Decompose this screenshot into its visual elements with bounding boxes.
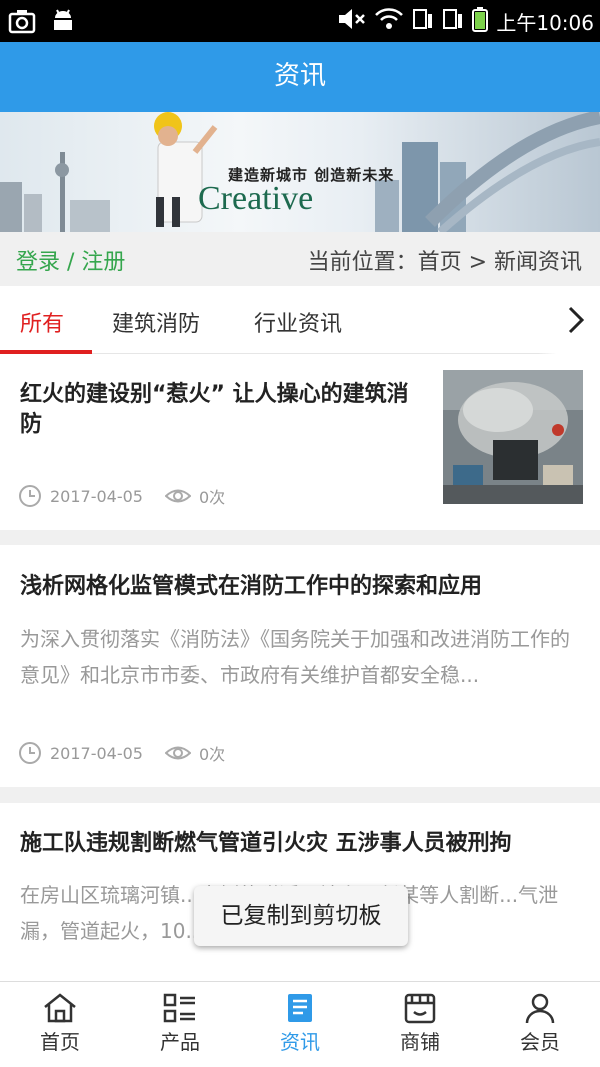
tab-industry-news[interactable]: 行业资讯	[254, 306, 342, 338]
bottom-nav: 首页 产品 资讯 商铺 会员	[0, 981, 600, 1067]
page-title: 资讯	[273, 61, 326, 91]
eye-icon	[164, 489, 191, 503]
breadcrumb: 当前位置：首页 > 新闻资讯	[307, 250, 582, 275]
news-icon	[288, 994, 312, 1022]
status-bar: 上午10:06	[0, 0, 600, 42]
grid-list-icon	[163, 993, 195, 1023]
nav-label: 产品	[160, 1030, 200, 1054]
article-meta: 2017-04-05 0次	[18, 484, 225, 508]
article-title[interactable]: 施工队违规割断燃气管道引火灾 五涉事人员被刑拘	[20, 829, 585, 859]
category-tabs: 所有 建筑消防 行业资讯	[0, 286, 600, 354]
banner-brand-text: Creative	[198, 180, 314, 217]
sim-signal-icon	[442, 6, 464, 37]
article-meta: 2017-04-05 0次	[18, 741, 225, 765]
nav-label: 商铺	[400, 1030, 440, 1054]
nav-label: 会员	[520, 1030, 560, 1054]
article-views: 0次	[198, 488, 226, 507]
home-icon	[44, 993, 76, 1023]
chevron-right-icon	[568, 306, 585, 334]
article-title[interactable]: 浅析网格化监管模式在消防工作中的探索和应用	[20, 572, 585, 602]
status-time: 上午10:06	[496, 11, 594, 35]
article-date: 2017-04-05	[50, 743, 143, 763]
clock-icon	[19, 742, 41, 764]
article-date: 2017-04-05	[50, 486, 143, 506]
nav-item-home[interactable]: 首页	[0, 982, 120, 1067]
battery-icon	[472, 6, 489, 37]
location-bar: 登录 / 注册 当前位置：首页 > 新闻资讯	[0, 232, 600, 286]
mute-icon	[336, 6, 366, 37]
article-title[interactable]: 红火的建设别“惹火” 让人操心的建筑消防	[20, 380, 420, 440]
android-icon	[50, 8, 76, 38]
tab-all[interactable]: 所有	[20, 306, 64, 338]
wifi-icon	[374, 6, 404, 37]
article-card[interactable]: 浅析网格化监管模式在消防工作中的探索和应用 为深入贯彻落实《消防法》《国务院关于…	[0, 545, 600, 787]
user-icon	[525, 993, 555, 1024]
nav-label: 资讯	[280, 1030, 320, 1054]
banner-image[interactable]: 建造新城市 创造新未来 Creative	[0, 112, 600, 232]
shop-icon	[404, 993, 436, 1024]
nav-item-member[interactable]: 会员	[480, 982, 600, 1067]
article-thumbnail[interactable]	[443, 370, 583, 504]
clock-icon	[19, 485, 41, 507]
toast-message: 已复制到剪切板	[194, 886, 408, 946]
login-register-link[interactable]: 登录 / 注册	[16, 244, 125, 276]
tabs-scroll-right-button[interactable]	[538, 286, 600, 354]
app-bar: 资讯	[0, 42, 600, 112]
nav-item-shop[interactable]: 商铺	[360, 982, 480, 1067]
nav-item-news[interactable]: 资讯	[240, 982, 360, 1067]
eye-icon	[164, 746, 191, 760]
nav-label: 首页	[40, 1030, 80, 1054]
article-views: 0次	[198, 745, 226, 764]
sim-signal-icon	[412, 6, 434, 37]
screenshot-icon	[8, 8, 36, 38]
article-card[interactable]: 红火的建设别“惹火” 让人操心的建筑消防 2017-04-05 0次	[0, 354, 600, 530]
article-summary: 为深入贯彻落实《消防法》《国务院关于加强和改进消防工作的意见》和北京市市委、市政…	[20, 627, 570, 687]
nav-item-products[interactable]: 产品	[120, 982, 240, 1067]
tab-building-fire[interactable]: 建筑消防	[112, 306, 200, 338]
